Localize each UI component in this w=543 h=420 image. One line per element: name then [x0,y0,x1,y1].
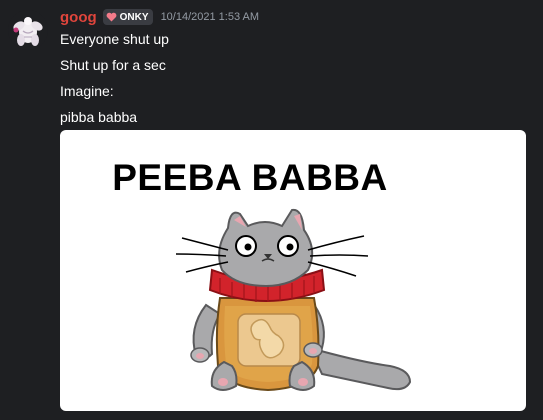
role-tag[interactable]: ONKY [102,9,153,25]
message-line: Shut up for a sec [60,57,166,73]
image-attachment[interactable]: PEEBA BABBA [60,130,526,411]
user-avatar[interactable] [8,10,48,50]
username[interactable]: goog [60,9,97,26]
chat-message: goog ONKY 10/14/2021 1:53 AM Everyone sh… [0,0,543,420]
cat-peanut-butter-jar-drawing [175,208,412,392]
message-header: goog ONKY 10/14/2021 1:53 AM [60,8,259,26]
role-tag-label: ONKY [119,11,149,23]
message-timestamp[interactable]: 10/14/2021 1:53 AM [161,11,259,23]
message-line: Imagine: [60,83,114,99]
muscle-figure-avatar-icon [8,10,48,50]
message-line: pibba babba [60,109,138,125]
heart-icon [106,12,117,22]
message-line: Everyone shut up [60,31,169,47]
